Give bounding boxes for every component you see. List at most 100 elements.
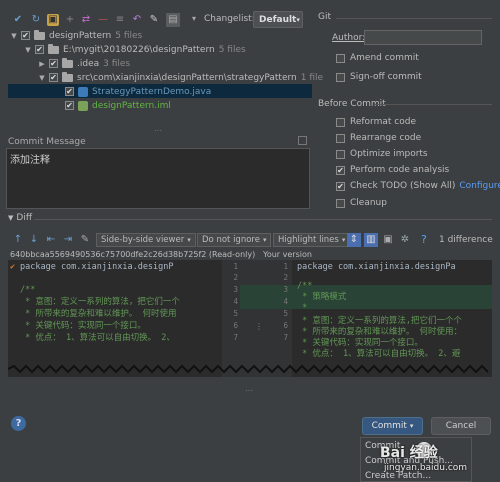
checkbox[interactable]: ✔ [49,59,58,68]
git-title: Git [318,12,332,22]
code-line: /** [297,281,313,291]
changelist-select[interactable]: Default ▾ [253,11,303,28]
refresh-icon[interactable]: ↻ [30,14,42,26]
settings-icon[interactable]: ✲ [399,234,411,246]
diff-icon[interactable]: ≡ [114,14,126,26]
edit-source-icon[interactable]: ✎ [79,234,91,246]
tree-item-root[interactable]: ▼ ✔ designPattern 5 files [10,29,142,42]
right-editor-pane[interactable]: package com.xianjinxia.designPa /** * 策略… [292,260,492,377]
amend-commit-label: Amend commit [350,53,419,63]
perform-code-analysis-option[interactable]: ✔ Perform code analysis [336,163,449,177]
toolbar: ✔ ↻ ▣ + ⇄ — ≡ ↶ ✎ ▤ ▾ Changelist: Defaul… [0,4,310,28]
edit-icon[interactable]: ✎ [148,14,160,26]
folder-icon [34,29,45,40]
checkbox[interactable]: ✔ [49,73,58,82]
java-file-icon [78,86,88,97]
option-label: Rearrange code [350,133,422,143]
checkbox[interactable]: ✔ [21,31,30,40]
code-line: package com.xianjinxia.designP [20,262,174,272]
previous-file-icon[interactable]: ⇤ [45,234,57,246]
check-todo-option[interactable]: ✔ Check TODO (Show All) Configure [336,179,500,193]
diff-divider [34,219,492,220]
checkbox[interactable] [336,53,345,63]
chevron-down-icon: ▾ [409,422,414,430]
cancel-button[interactable]: Cancel [431,417,491,435]
tree-item-count: 5 files [115,30,143,41]
watermark: Bai 经验 jingyan.baidu.com [380,441,495,479]
sync-scroll-icon[interactable]: ▥ [364,233,378,247]
code-line: ✔ [10,262,15,273]
accept-change-icon[interactable]: ⋮ [255,322,263,331]
help-label: ? [15,418,22,429]
right-revision-header: Your version [263,250,312,259]
move-icon[interactable]: ⇄ [80,14,92,26]
checkbox[interactable] [336,72,345,82]
tree-item-package[interactable]: ▼ ✔ src\com\xianjinxia\designPattern\str… [38,71,323,84]
chevron-down-icon: ▾ [262,236,267,244]
checkbox[interactable]: ✔ [336,181,345,191]
left-line-number: 1 [233,262,238,271]
checkbox[interactable] [336,198,345,208]
checkbox[interactable]: ✔ [35,45,44,54]
check-icon[interactable]: ✔ [12,14,24,26]
checkbox[interactable]: ✔ [65,101,74,110]
configure-link[interactable]: Configure [459,181,500,191]
lock-icon[interactable]: ▣ [382,234,394,246]
splitter-handle[interactable]: ⋯ [154,126,162,135]
commit-button[interactable]: Commit ▾ [362,417,423,435]
left-line-number: 3 [233,285,238,294]
right-line-number: 1 [283,262,288,271]
history-icon[interactable] [298,136,307,145]
amend-commit-option[interactable]: Amend commit [336,51,419,65]
diff-header[interactable]: ▼ Diff [8,213,32,223]
checkbox[interactable]: ✔ [336,165,345,175]
code-line: * 所带来的复杂和难以维护。 何时使用 [20,309,177,319]
highlight-mode-select[interactable]: Highlight lines ▾ [273,233,351,247]
keyword-token: ✔ [10,262,16,272]
expand-arrow-icon[interactable]: ▼ [10,32,18,40]
tree-item-java-file[interactable]: ✔ StrategyPatternDemo.java [65,85,211,98]
left-line-number: 4 [233,297,238,306]
changelist-icon[interactable]: ▤ [166,13,180,27]
expand-arrow-icon[interactable]: ▼ [38,74,46,82]
collapse-arrow-icon[interactable]: ▼ [8,214,13,222]
commit-message-input[interactable]: 添加注释 [6,148,310,209]
right-line-number: 6 [283,321,288,330]
tree-item-module-path[interactable]: ▼ ✔ E:\mygit\20180226\designPattern 5 fi… [24,43,246,56]
rearrange-code-option[interactable]: Rearrange code [336,131,421,145]
lock-icon[interactable]: ▣ [47,14,59,26]
left-editor-pane[interactable]: ✔ package com.xianjinxia.designP /** * 意… [8,260,222,377]
author-input[interactable] [364,30,482,45]
revert-icon[interactable]: ↶ [131,14,143,26]
checkbox[interactable] [336,117,345,127]
ignore-mode-select[interactable]: Do not ignore ▾ [197,233,272,247]
add-icon[interactable]: + [64,14,76,26]
checkbox[interactable]: ✔ [65,87,74,96]
tree-item-iml-file[interactable]: ✔ designPattern.iml [65,99,171,112]
signoff-commit-label: Sign-off commit [350,72,422,82]
splitter-handle[interactable]: ⋯ [245,386,253,395]
cleanup-option[interactable]: Cleanup [336,196,387,210]
tree-item-count: 1 file [300,72,324,83]
signoff-commit-option[interactable]: Sign-off commit [336,70,422,84]
ignore-mode-value: Do not ignore [202,235,260,245]
right-line-number: 3 [283,285,288,294]
reformat-code-option[interactable]: Reformat code [336,115,416,129]
arrow-up-icon[interactable]: ↑ [12,234,24,246]
module-file-icon [78,100,88,111]
collapse-arrow-icon[interactable]: ▶ [38,60,46,68]
chevron-down-icon: ▾ [296,15,300,24]
checkbox[interactable] [336,133,345,143]
help-icon[interactable]: ? [421,233,427,246]
next-file-icon[interactable]: ⇥ [62,234,74,246]
delete-icon[interactable]: — [97,14,109,26]
arrow-down-icon[interactable]: ↓ [28,234,40,246]
tree-item-label: designPattern.iml [92,100,171,111]
help-button[interactable]: ? [11,416,26,431]
checkbox[interactable] [336,149,345,159]
expand-arrow-icon[interactable]: ▼ [24,46,32,54]
viewer-mode-select[interactable]: Side-by-side viewer ▾ [96,233,196,247]
tree-item-idea[interactable]: ▶ ✔ .idea 3 files [38,57,130,70]
collapse-unchanged-icon[interactable]: ⇕ [347,233,361,247]
optimize-imports-option[interactable]: Optimize imports [336,147,428,161]
